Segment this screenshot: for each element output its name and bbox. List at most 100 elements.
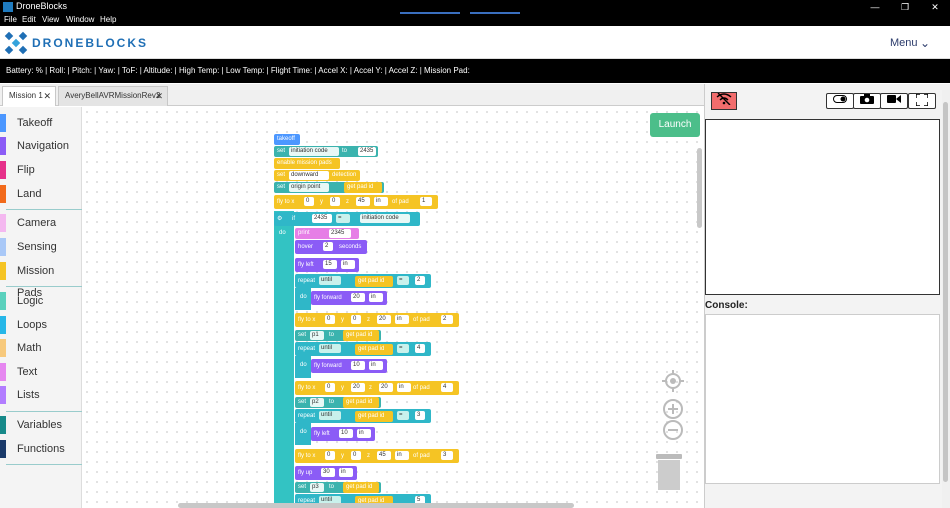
trash-icon[interactable] [656,454,682,490]
operator-dropdown[interactable]: = [336,214,350,223]
toggle-icon[interactable] [826,93,854,109]
close-tab-icon[interactable]: ✕ [43,87,51,105]
number-input[interactable]: 3 [415,411,425,420]
repeat-until-block[interactable]: repeat until get pad id = 2 [295,274,431,288]
set-origin-point-block[interactable]: set origin point get pad id [274,182,384,193]
close-button[interactable]: ✕ [920,0,950,14]
set-p3-block[interactable]: set p3 to get pad id [295,482,381,493]
get-pad-id-block[interactable]: get pad id [344,182,382,193]
set-p1-block[interactable]: set p1 to get pad id [295,330,381,341]
category-functions[interactable]: Functions [0,438,82,460]
category-lists[interactable]: Lists [0,384,82,406]
number-input[interactable]: 0 [351,451,361,460]
fly-up-block[interactable]: fly up 30 in [295,466,357,480]
fly-to-pad-block[interactable]: fly to x 0 y 0 z 45 in of pad 3 [295,449,459,463]
number-input[interactable]: 0 [304,197,314,206]
tab-mission-1[interactable]: Mission 1 ✕ [2,86,56,106]
direction-dropdown[interactable]: downward [289,171,329,180]
category-math[interactable]: Math [0,337,82,359]
number-input[interactable]: 45 [356,197,370,206]
zoom-out-icon[interactable] [662,419,684,441]
unit-dropdown[interactable]: in [357,429,371,438]
minimize-button[interactable]: — [860,0,890,14]
menu-help[interactable]: Help [100,15,116,24]
unit-dropdown[interactable]: in [341,260,355,269]
panel-scrollbar[interactable] [942,90,950,508]
number-input[interactable]: 30 [321,468,335,477]
repeat-mode-dropdown[interactable]: until [319,411,341,420]
repeat-until-block[interactable]: repeat until get pad id = 3 [295,409,431,423]
camera-icon[interactable] [853,93,881,109]
unit-dropdown[interactable]: in [395,315,409,324]
number-input[interactable]: 10 [339,429,353,438]
menu-file[interactable]: File [4,15,17,24]
number-input[interactable]: 4 [441,383,453,392]
scrollbar-thumb[interactable] [943,102,948,482]
launch-button[interactable]: Launch [650,113,700,137]
chevron-down-icon[interactable]: ⌄ [920,36,930,50]
gear-icon[interactable]: ⚙ [277,216,282,222]
unit-dropdown[interactable]: in [369,361,383,370]
get-pad-id-block[interactable]: get pad id [343,397,379,408]
menu-button[interactable]: Menu [890,37,918,49]
number-input[interactable]: 20 [377,315,391,324]
variable-dropdown[interactable]: p1 [310,331,324,340]
menu-edit[interactable]: Edit [22,15,36,24]
takeoff-block[interactable]: takeoff [274,134,300,145]
tab-averybell[interactable]: AveryBellAVRMissionRev2 ✕ [58,86,168,106]
variable-dropdown[interactable]: p3 [310,483,324,492]
close-tab-icon[interactable]: ✕ [155,87,163,105]
unit-dropdown[interactable]: in [374,197,388,206]
console-output[interactable] [705,314,940,484]
zoom-in-icon[interactable] [662,398,684,420]
operator-dropdown[interactable]: = [397,411,409,420]
recenter-icon[interactable] [662,370,684,392]
fly-forward-block[interactable]: fly forward 10 in [311,359,387,373]
variable-dropdown[interactable]: origin point [289,183,329,192]
unit-dropdown[interactable]: in [369,293,383,302]
number-input[interactable]: 0 [330,197,340,206]
category-mission-pads[interactable]: Mission Pads [0,260,82,299]
unit-dropdown[interactable]: in [395,451,409,460]
repeat-mode-dropdown[interactable]: until [319,344,341,353]
unit-dropdown[interactable]: in [397,383,411,392]
fly-forward-block[interactable]: fly forward 20 in [311,291,387,305]
number-input[interactable]: 2435 [358,147,376,156]
number-input[interactable]: 4 [415,344,425,353]
wifi-off-icon[interactable] [711,92,737,110]
variable-dropdown[interactable]: initiation code [289,147,339,156]
category-navigation[interactable]: Navigation [0,135,82,157]
set-detection-block[interactable]: set downward detection [274,170,360,181]
category-logic[interactable]: Logic [0,290,82,312]
repeat-mode-dropdown[interactable]: until [319,276,341,285]
if-block[interactable]: ⚙ if 2435 = initiation code [274,212,420,226]
number-input[interactable]: 0 [325,451,335,460]
maximize-button[interactable]: ❐ [890,0,920,14]
category-variables[interactable]: Variables [0,414,82,436]
number-input[interactable]: 20 [379,383,393,392]
video-icon[interactable] [880,93,908,109]
get-pad-id-block[interactable]: get pad id [355,276,393,287]
block-workspace[interactable] [82,107,704,508]
category-flip[interactable]: Flip [0,159,82,181]
print-block[interactable]: print 2345 [295,228,359,239]
number-input[interactable]: 2 [323,242,333,251]
hover-block[interactable]: hover 2 seconds [295,240,367,254]
set-p2-block[interactable]: set p2 to get pad id [295,397,381,408]
if-block-body[interactable] [274,211,294,508]
fly-to-pad-block[interactable]: fly to x 0 y 0 z 45 in of pad 1 [274,195,438,209]
fullscreen-icon[interactable] [908,93,936,109]
category-sensing[interactable]: Sensing [0,236,82,258]
category-text[interactable]: Text [0,361,82,383]
number-input[interactable]: 2 [441,315,453,324]
repeat-until-block[interactable]: repeat until get pad id = 4 [295,342,431,356]
operator-dropdown[interactable]: = [397,344,409,353]
menu-view[interactable]: View [42,15,59,24]
category-loops[interactable]: Loops [0,314,82,336]
category-camera[interactable]: Camera [0,212,82,234]
unit-dropdown[interactable]: in [339,468,353,477]
get-pad-id-block[interactable]: get pad id [355,344,393,355]
number-input[interactable]: 3 [441,451,453,460]
number-input[interactable]: 45 [377,451,391,460]
fly-left-block[interactable]: fly left 15 in [295,258,359,272]
